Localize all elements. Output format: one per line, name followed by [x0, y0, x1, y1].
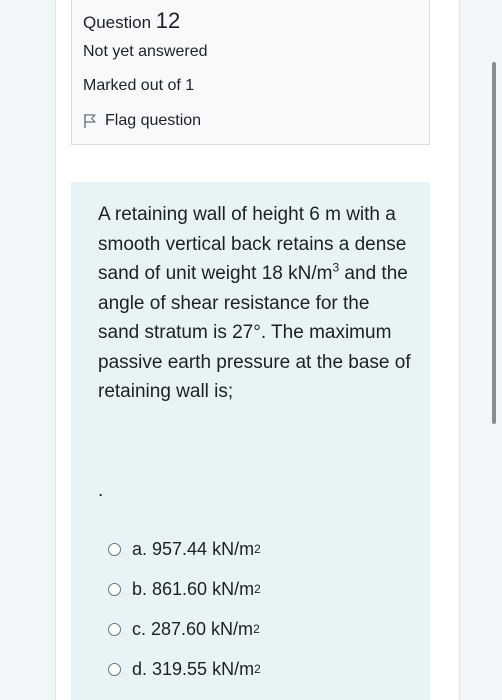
question-number: Question 12 [83, 8, 180, 34]
question-grade: Marked out of 1 [83, 77, 195, 94]
flag-question-label: Flag question [105, 112, 202, 129]
answer-option-a[interactable]: a. 957.44 kN/m 2 [108, 529, 261, 569]
question-content: A retaining wall of height 6 m with a sm… [71, 182, 430, 700]
question-number-value: 12 [155, 8, 181, 33]
flag-question-button[interactable]: Flag question [83, 112, 201, 130]
radio-button-d[interactable] [108, 662, 121, 676]
answer-label-c: c. 287.60 kN/m [132, 618, 254, 639]
question-info-panel: Question 12 Not yet answered Marked out … [71, 0, 430, 145]
question-label: Question [83, 13, 152, 32]
answer-option-c[interactable]: c. 287.60 kN/m 2 [108, 609, 261, 649]
answer-option-b[interactable]: b. 861.60 kN/m 2 [108, 569, 261, 609]
question-dot: . [98, 480, 104, 501]
answer-label-a: a. 957.44 kN/m [132, 538, 255, 559]
answer-option-d[interactable]: d. 319.55 kN/m 2 [108, 649, 261, 689]
answer-label-d: d. 319.55 kN/m [132, 658, 255, 679]
answer-list: a. 957.44 kN/m 2 b. 861.60 kN/m 2 c. 287.6… [108, 529, 261, 689]
question-state: Not yet answered [83, 43, 208, 60]
answer-label-b: b. 861.60 kN/m [132, 578, 255, 599]
radio-button-a[interactable] [108, 542, 121, 556]
radio-button-c[interactable] [108, 622, 121, 636]
radio-button-b[interactable] [108, 582, 121, 596]
scrollbar[interactable] [492, 62, 496, 424]
flag-icon [84, 114, 96, 128]
question-text: A retaining wall of height 6 m with a sm… [98, 200, 413, 407]
